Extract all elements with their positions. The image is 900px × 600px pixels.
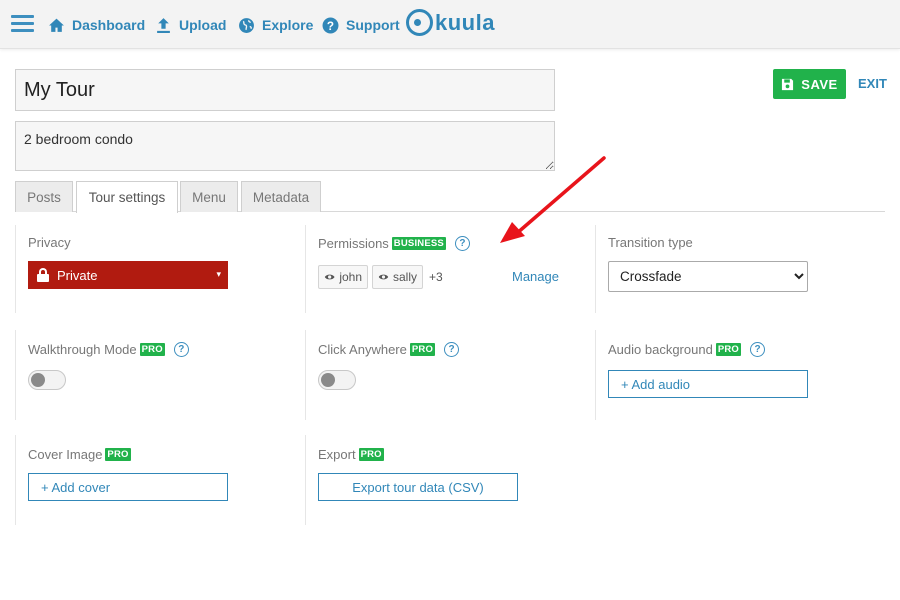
toggle-knob bbox=[321, 373, 335, 387]
permission-user-chip[interactable]: sally bbox=[372, 265, 423, 289]
grid-divider bbox=[595, 330, 596, 420]
save-button[interactable]: SAVE bbox=[773, 69, 846, 99]
save-button-label: SAVE bbox=[801, 76, 838, 92]
nav-support[interactable]: ? Support bbox=[322, 15, 400, 35]
walkthrough-help-icon[interactable]: ? bbox=[173, 342, 189, 357]
click-anywhere-label: Click Anywhere PRO ? bbox=[318, 342, 460, 357]
nav-explore-label: Explore bbox=[262, 17, 314, 33]
manage-permissions-link[interactable]: Manage bbox=[512, 269, 559, 284]
settings-tabs: Posts Tour settings Menu Metadata bbox=[15, 181, 885, 213]
globe-icon bbox=[239, 17, 254, 33]
tab-tour-settings[interactable]: Tour settings bbox=[76, 181, 178, 213]
grid-divider bbox=[15, 435, 16, 525]
grid-divider bbox=[15, 330, 16, 420]
help-circle-icon: ? bbox=[322, 17, 339, 33]
pro-badge: PRO bbox=[715, 343, 741, 356]
permissions-label: Permissions BUSINESS ? bbox=[318, 236, 470, 251]
grid-divider bbox=[305, 225, 306, 313]
tour-description-input[interactable]: 2 bedroom condo bbox=[15, 121, 555, 171]
grid-divider bbox=[305, 330, 306, 420]
logo-text: kuula bbox=[435, 9, 495, 35]
audio-help-icon[interactable]: ? bbox=[750, 342, 765, 357]
privacy-select[interactable]: Private ▾ bbox=[28, 261, 228, 289]
logo-ring-icon bbox=[406, 9, 433, 36]
transition-type-select[interactable]: Crossfade bbox=[608, 261, 808, 292]
grid-divider bbox=[15, 225, 16, 313]
eye-icon bbox=[324, 274, 335, 280]
kuula-logo[interactable]: kuula bbox=[406, 9, 495, 36]
nav-explore[interactable]: Explore bbox=[238, 15, 313, 35]
tab-posts[interactable]: Posts bbox=[15, 181, 73, 212]
tour-title-input[interactable] bbox=[15, 69, 555, 111]
more-users-count: +3 bbox=[429, 270, 443, 284]
grid-divider bbox=[305, 435, 306, 525]
pro-badge: PRO bbox=[409, 343, 436, 356]
nav-dashboard-label: Dashboard bbox=[72, 17, 146, 33]
nav-upload[interactable]: Upload bbox=[155, 15, 226, 35]
pro-badge: PRO bbox=[358, 448, 384, 461]
toggle-knob bbox=[31, 373, 45, 387]
audio-background-label: Audio background PRO ? bbox=[608, 342, 765, 357]
transition-type-label: Transition type bbox=[608, 235, 693, 250]
privacy-label: Privacy bbox=[28, 235, 71, 250]
click-anywhere-help-icon[interactable]: ? bbox=[444, 342, 460, 357]
floppy-disk-icon bbox=[782, 78, 794, 90]
upload-icon bbox=[157, 17, 170, 33]
privacy-value: Private bbox=[57, 267, 98, 283]
caret-down-icon: ▾ bbox=[216, 269, 221, 279]
eye-icon bbox=[378, 274, 389, 280]
tab-metadata[interactable]: Metadata bbox=[241, 181, 321, 212]
add-cover-button[interactable]: + Add cover bbox=[28, 473, 228, 501]
business-badge: BUSINESS bbox=[391, 237, 446, 250]
click-anywhere-toggle[interactable] bbox=[318, 370, 356, 390]
permissions-help-icon[interactable]: ? bbox=[454, 236, 470, 251]
svg-text:?: ? bbox=[327, 19, 334, 32]
home-icon bbox=[49, 18, 64, 32]
hamburger-menu-icon[interactable] bbox=[11, 15, 34, 33]
cover-image-label: Cover Image PRO bbox=[28, 447, 131, 462]
export-csv-button[interactable]: Export tour data (CSV) bbox=[318, 473, 518, 501]
pro-badge: PRO bbox=[105, 448, 131, 461]
export-label: Export PRO bbox=[318, 447, 384, 462]
add-audio-button[interactable]: + Add audio bbox=[608, 370, 808, 398]
nav-support-label: Support bbox=[346, 17, 400, 33]
nav-upload-label: Upload bbox=[179, 17, 227, 33]
top-navigation: Dashboard Upload Explore ? Support kuula bbox=[0, 0, 900, 49]
walkthrough-mode-label: Walkthrough Mode PRO ? bbox=[28, 342, 189, 357]
walkthrough-mode-toggle[interactable] bbox=[28, 370, 66, 390]
exit-link[interactable]: EXIT bbox=[858, 76, 887, 91]
tab-menu[interactable]: Menu bbox=[180, 181, 238, 212]
pro-badge: PRO bbox=[139, 343, 165, 356]
permission-user-chip[interactable]: john bbox=[318, 265, 368, 289]
grid-divider bbox=[595, 225, 596, 313]
nav-dashboard[interactable]: Dashboard bbox=[48, 15, 145, 35]
lock-icon bbox=[37, 268, 49, 282]
